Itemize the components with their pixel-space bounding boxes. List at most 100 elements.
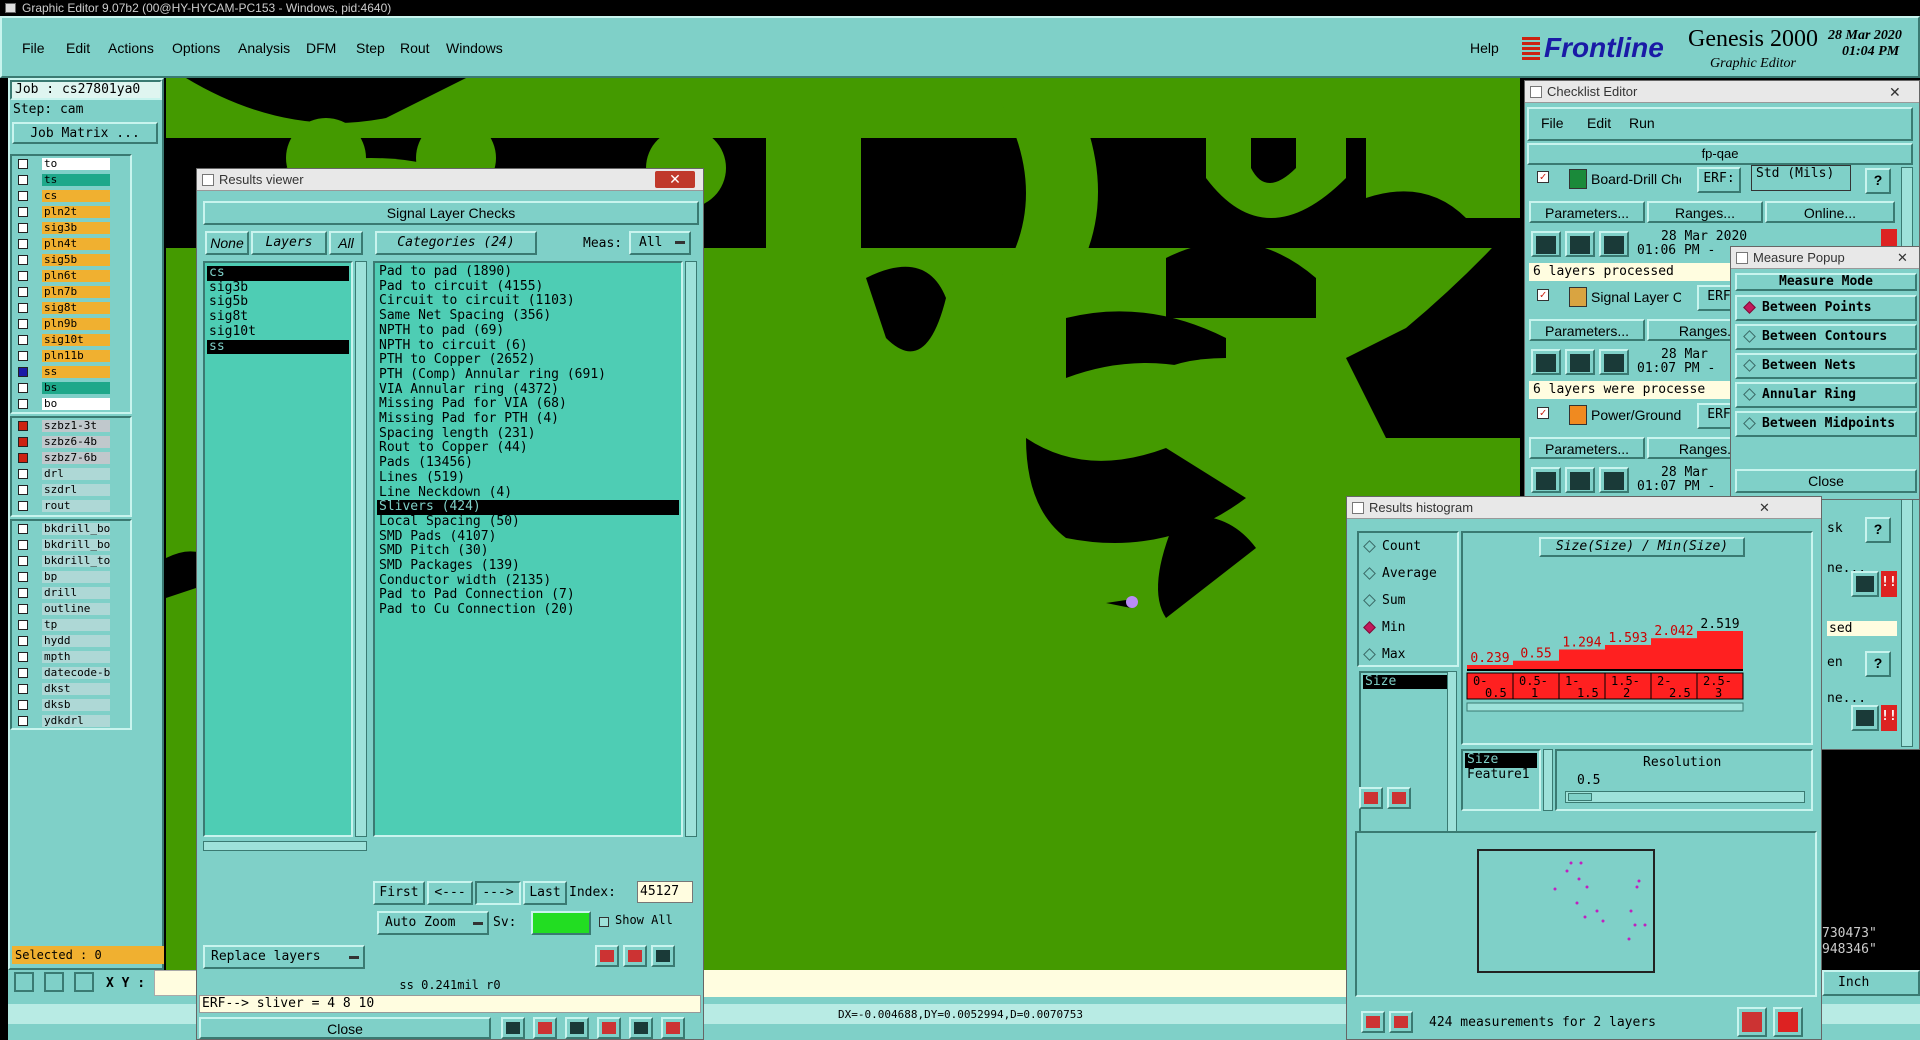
layer-row[interactable]: sig8t: [14, 302, 112, 314]
layer-row[interactable]: to: [14, 158, 112, 170]
layer-row[interactable]: szbz6-4b: [14, 436, 112, 448]
category-item[interactable]: PTH (Comp) Annular ring (691): [377, 367, 679, 383]
menu-edit[interactable]: Edit: [66, 40, 90, 56]
layer-row[interactable]: bp: [14, 571, 112, 583]
ref-icon[interactable]: [623, 945, 647, 967]
layer-row[interactable]: dkst: [14, 683, 112, 695]
resolution-slider[interactable]: [1565, 791, 1805, 803]
prev-button[interactable]: <---: [427, 881, 473, 905]
layer-row[interactable]: outline: [14, 603, 112, 615]
parameters-button[interactable]: Parameters...: [1529, 437, 1645, 459]
show-all-checkbox[interactable]: [599, 917, 609, 927]
layer-row[interactable]: pln2t: [14, 206, 112, 218]
layer-checkbox[interactable]: [18, 159, 28, 169]
layer-row[interactable]: szdrl: [14, 484, 112, 496]
menu-actions[interactable]: Actions: [108, 40, 154, 56]
layer-checkbox[interactable]: [18, 556, 28, 566]
result-layer-list[interactable]: cs sig3b sig5b sig8t sig10t ss: [203, 261, 353, 837]
hist-zoom-icon[interactable]: [1773, 1007, 1803, 1037]
layer-checkbox[interactable]: [18, 652, 28, 662]
category-item[interactable]: NPTH to circuit (6): [377, 338, 679, 354]
layer-row[interactable]: pln9b: [14, 318, 112, 330]
layer-checkbox[interactable]: [18, 367, 28, 377]
category-item[interactable]: Missing Pad for VIA (68): [377, 397, 679, 412]
category-item[interactable]: Pad to pad (1890): [377, 264, 679, 280]
layer-row[interactable]: szbz7-6b: [14, 452, 112, 464]
layer-row[interactable]: bkdrill_bot: [14, 523, 112, 535]
layer-list-scrollbar[interactable]: [355, 261, 367, 837]
stat-option[interactable]: Average: [1363, 566, 1437, 581]
category-item[interactable]: Line Neckdown (4): [377, 485, 679, 501]
category-list[interactable]: Pad to pad (1890) Pad to circuit (4155) Ci…: [373, 261, 683, 837]
measure-mode-option[interactable]: Between Midpoints: [1735, 411, 1917, 437]
category-item[interactable]: Pad to Pad Connection (7): [377, 588, 679, 603]
run-check2-icon[interactable]: [1565, 231, 1595, 257]
next-button[interactable]: --->: [475, 881, 521, 905]
sv-color-dropdown[interactable]: [531, 911, 591, 935]
layer-checkbox[interactable]: [18, 335, 28, 345]
layer-row[interactable]: rout: [14, 500, 112, 512]
help-menu[interactable]: Help: [1470, 40, 1499, 56]
measure-tool-icon[interactable]: [44, 972, 64, 992]
erf-button[interactable]: ERF:: [1697, 167, 1741, 193]
stat-option[interactable]: Count: [1363, 539, 1421, 554]
help-button[interactable]: ?: [1865, 651, 1891, 677]
std-field[interactable]: Std (Mils): [1751, 165, 1851, 191]
layer-row[interactable]: bkdrill_bot: [14, 539, 112, 551]
zoom-icon[interactable]: [1851, 571, 1879, 597]
check-enabled-icon[interactable]: ✓: [1537, 289, 1549, 301]
layer-checkbox[interactable]: [18, 700, 28, 710]
category-item[interactable]: Pad to Cu Connection (20): [377, 602, 679, 618]
help-button[interactable]: ?: [1865, 168, 1891, 194]
undo-icon[interactable]: [651, 945, 675, 967]
layer-checkbox[interactable]: [18, 524, 28, 534]
layer-checkbox[interactable]: [18, 239, 28, 249]
feature-list[interactable]: Size Feature1: [1461, 749, 1541, 811]
result-layer-item[interactable]: sig3b: [207, 280, 349, 296]
result-layer-item[interactable]: ss: [207, 339, 349, 355]
measure-close-button[interactable]: Close: [1735, 469, 1917, 493]
close-icon[interactable]: ✕: [655, 171, 695, 188]
all-button[interactable]: All: [329, 231, 363, 255]
parameters-button[interactable]: Parameters...: [1529, 201, 1645, 223]
measure-mode-option[interactable]: Between Nets: [1735, 353, 1917, 379]
category-item[interactable]: Pad to circuit (4155): [377, 279, 679, 295]
layer-list-hscroll[interactable]: [203, 841, 367, 851]
auto-zoom-dropdown[interactable]: Auto Zoom: [377, 911, 489, 935]
layer-row[interactable]: sig3b: [14, 222, 112, 234]
category-item[interactable]: Slivers (424): [377, 500, 679, 515]
layer-row[interactable]: drill: [14, 587, 112, 599]
drill-tool-icon[interactable]: [501, 1017, 525, 1039]
layer-checkbox[interactable]: [18, 684, 28, 694]
layer-row[interactable]: hydd: [14, 635, 112, 647]
feature-scrollbar[interactable]: [1543, 749, 1553, 811]
layer-checkbox[interactable]: [18, 485, 28, 495]
category-item[interactable]: Lines (519): [377, 470, 679, 486]
hide-tool-icon[interactable]: [565, 1017, 589, 1039]
category-item[interactable]: VIA Annular ring (4372): [377, 382, 679, 398]
layer-checkbox[interactable]: [18, 287, 28, 297]
parameters-button[interactable]: Parameters...: [1529, 319, 1645, 341]
menu-analysis[interactable]: Analysis: [238, 40, 290, 56]
check-enabled-icon[interactable]: ✓: [1537, 171, 1549, 183]
run-check3-icon[interactable]: [1599, 349, 1629, 375]
layer-checkbox[interactable]: [18, 175, 28, 185]
category-item[interactable]: Rout to Copper (44): [377, 441, 679, 456]
layer-row[interactable]: tp: [14, 619, 112, 631]
grid-tool-icon[interactable]: [74, 972, 94, 992]
measure-mode-option[interactable]: Annular Ring: [1735, 382, 1917, 408]
menu-options[interactable]: Options: [172, 40, 220, 56]
check-enabled-icon[interactable]: ✓: [1537, 407, 1549, 419]
hist-ref-icon[interactable]: [1387, 787, 1411, 809]
category-item[interactable]: NPTH to pad (69): [377, 323, 679, 339]
layer-checkbox[interactable]: [18, 319, 28, 329]
first-button[interactable]: First: [373, 881, 425, 905]
slider-thumb[interactable]: [1568, 793, 1592, 801]
results-close-button[interactable]: Close: [199, 1017, 491, 1039]
stat-option[interactable]: Min: [1363, 620, 1405, 635]
run-check3-icon[interactable]: [1599, 231, 1629, 257]
category-item[interactable]: Conductor width (2135): [377, 573, 679, 589]
layer-row[interactable]: cs: [14, 190, 112, 202]
layer-row[interactable]: bs: [14, 382, 112, 394]
layer-checkbox[interactable]: [18, 255, 28, 265]
